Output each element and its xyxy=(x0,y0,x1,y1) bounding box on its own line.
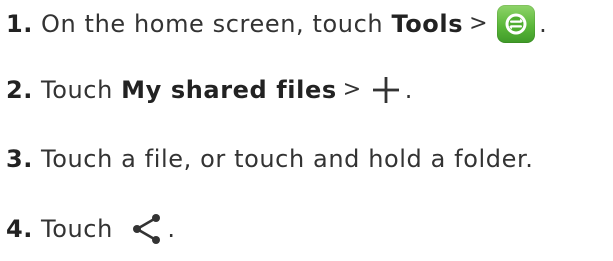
share-icon xyxy=(129,213,163,245)
step-text: Touch xyxy=(41,215,113,243)
step-text: On the home screen, touch xyxy=(41,10,384,38)
separator: > xyxy=(469,11,489,36)
tools-app-icon xyxy=(497,5,536,43)
step-2: 2. Touch My shared files > . xyxy=(6,68,413,112)
step-1: 1. On the home screen, touch Tools > . xyxy=(6,2,547,46)
my-shared-files-label: My shared files xyxy=(121,76,337,104)
step-number: 4. xyxy=(6,215,34,243)
separator: > xyxy=(342,77,362,102)
tools-label: Tools xyxy=(391,10,464,38)
plus-icon xyxy=(371,75,401,105)
instruction-steps: 1. On the home screen, touch Tools > . 2… xyxy=(0,0,613,261)
step-end: . xyxy=(539,10,548,38)
step-3: 3. Touch a file, or touch and hold a fol… xyxy=(6,137,533,181)
step-text: Touch a file, or touch and hold a folder… xyxy=(41,145,534,173)
step-text: Touch xyxy=(41,76,113,104)
step-number: 1. xyxy=(6,10,34,38)
step-4: 4. Touch . xyxy=(6,207,176,251)
step-number: 3. xyxy=(6,145,34,173)
step-number: 2. xyxy=(6,76,34,104)
step-end: . xyxy=(404,76,413,104)
step-end: . xyxy=(167,215,176,243)
